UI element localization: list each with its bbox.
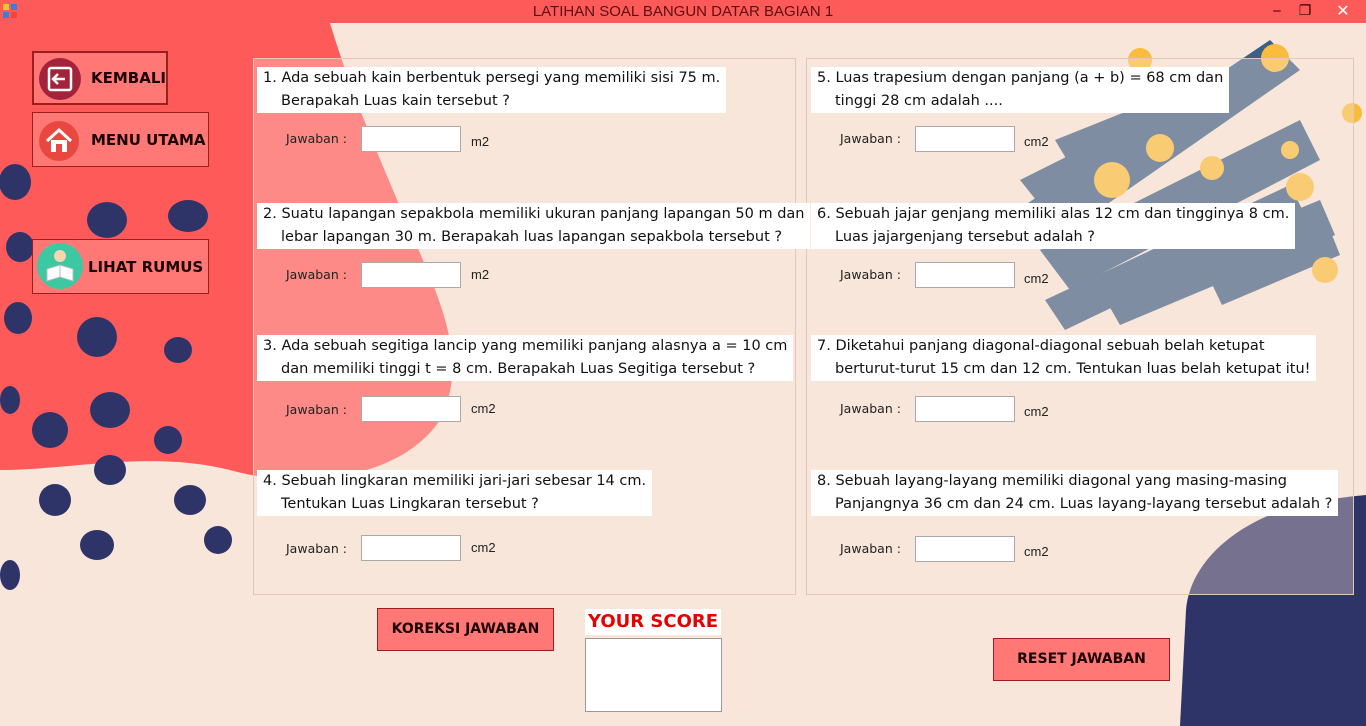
question-3-answer-input[interactable] xyxy=(361,396,461,422)
maximize-button[interactable]: ❐ xyxy=(1290,0,1320,23)
question-3-unit: cm2 xyxy=(471,401,496,416)
question-8-text: 8. Sebuah layang-layang memiliki diagona… xyxy=(811,470,1339,516)
question-1-answer-label: Jawaban : xyxy=(286,131,347,146)
question-4-answer-label: Jawaban : xyxy=(286,541,347,556)
score-display xyxy=(585,638,722,712)
reader-icon xyxy=(37,243,83,289)
score-label: YOUR SCORE xyxy=(585,609,721,635)
back-button-label: KEMBALI xyxy=(91,69,166,87)
question-2-unit: m2 xyxy=(471,267,490,282)
view-formula-button[interactable]: LIHAT RUMUS xyxy=(32,239,209,294)
question-4-text: 4. Sebuah lingkaran memiliki jari-jari s… xyxy=(257,470,653,516)
question-1-unit: m2 xyxy=(471,134,490,149)
back-button[interactable]: KEMBALI xyxy=(32,51,168,105)
question-7-answer-input[interactable] xyxy=(915,396,1015,422)
question-8-answer-label: Jawaban : xyxy=(840,541,901,556)
question-8-answer-input[interactable] xyxy=(915,536,1015,562)
question-4-unit: cm2 xyxy=(471,540,496,555)
question-5-unit: cm2 xyxy=(1024,134,1049,149)
question-2-answer-input[interactable] xyxy=(361,262,461,288)
main-menu-label: MENU UTAMA xyxy=(91,130,206,149)
question-7-text: 7. Diketahui panjang diagonal-diagonal s… xyxy=(811,335,1317,381)
question-3-answer-label: Jawaban : xyxy=(286,402,347,417)
question-5-answer-input[interactable] xyxy=(915,126,1015,152)
check-answers-button[interactable]: KOREKSI JAWABAN xyxy=(377,608,554,651)
question-4-answer-input[interactable] xyxy=(361,535,461,561)
question-1-text: 1. Ada sebuah kain berbentuk persegi yan… xyxy=(257,67,727,113)
reset-answers-button[interactable]: RESET JAWABAN xyxy=(993,638,1170,681)
question-5-answer-label: Jawaban : xyxy=(840,131,901,146)
question-5-text: 5. Luas trapesium dengan panjang (a + b)… xyxy=(811,67,1230,113)
title-bar: LATIHAN SOAL BANGUN DATAR BAGIAN 1 ‒ ❐ ✕ xyxy=(0,0,1366,23)
question-7-answer-label: Jawaban : xyxy=(840,401,901,416)
question-7-unit: cm2 xyxy=(1024,404,1049,419)
back-arrow-icon xyxy=(39,58,81,100)
window-title: LATIHAN SOAL BANGUN DATAR BAGIAN 1 xyxy=(532,3,834,20)
question-6-text: 6. Sebuah jajar genjang memiliki alas 12… xyxy=(811,203,1296,249)
question-1-answer-input[interactable] xyxy=(361,126,461,152)
question-2-answer-label: Jawaban : xyxy=(286,267,347,282)
question-8-unit: cm2 xyxy=(1024,544,1049,559)
main-menu-button[interactable]: MENU UTAMA xyxy=(32,112,209,167)
minimize-button[interactable]: ‒ xyxy=(1262,0,1292,23)
question-3-text: 3. Ada sebuah segitiga lancip yang memil… xyxy=(257,335,794,381)
question-6-answer-input[interactable] xyxy=(915,262,1015,288)
question-2-text: 2. Suatu lapangan sepakbola memiliki uku… xyxy=(257,203,811,249)
home-icon xyxy=(39,121,79,161)
question-6-unit: cm2 xyxy=(1024,271,1049,286)
question-6-answer-label: Jawaban : xyxy=(840,267,901,282)
close-button[interactable]: ✕ xyxy=(1320,0,1366,23)
view-formula-label: LIHAT RUMUS xyxy=(88,257,204,276)
